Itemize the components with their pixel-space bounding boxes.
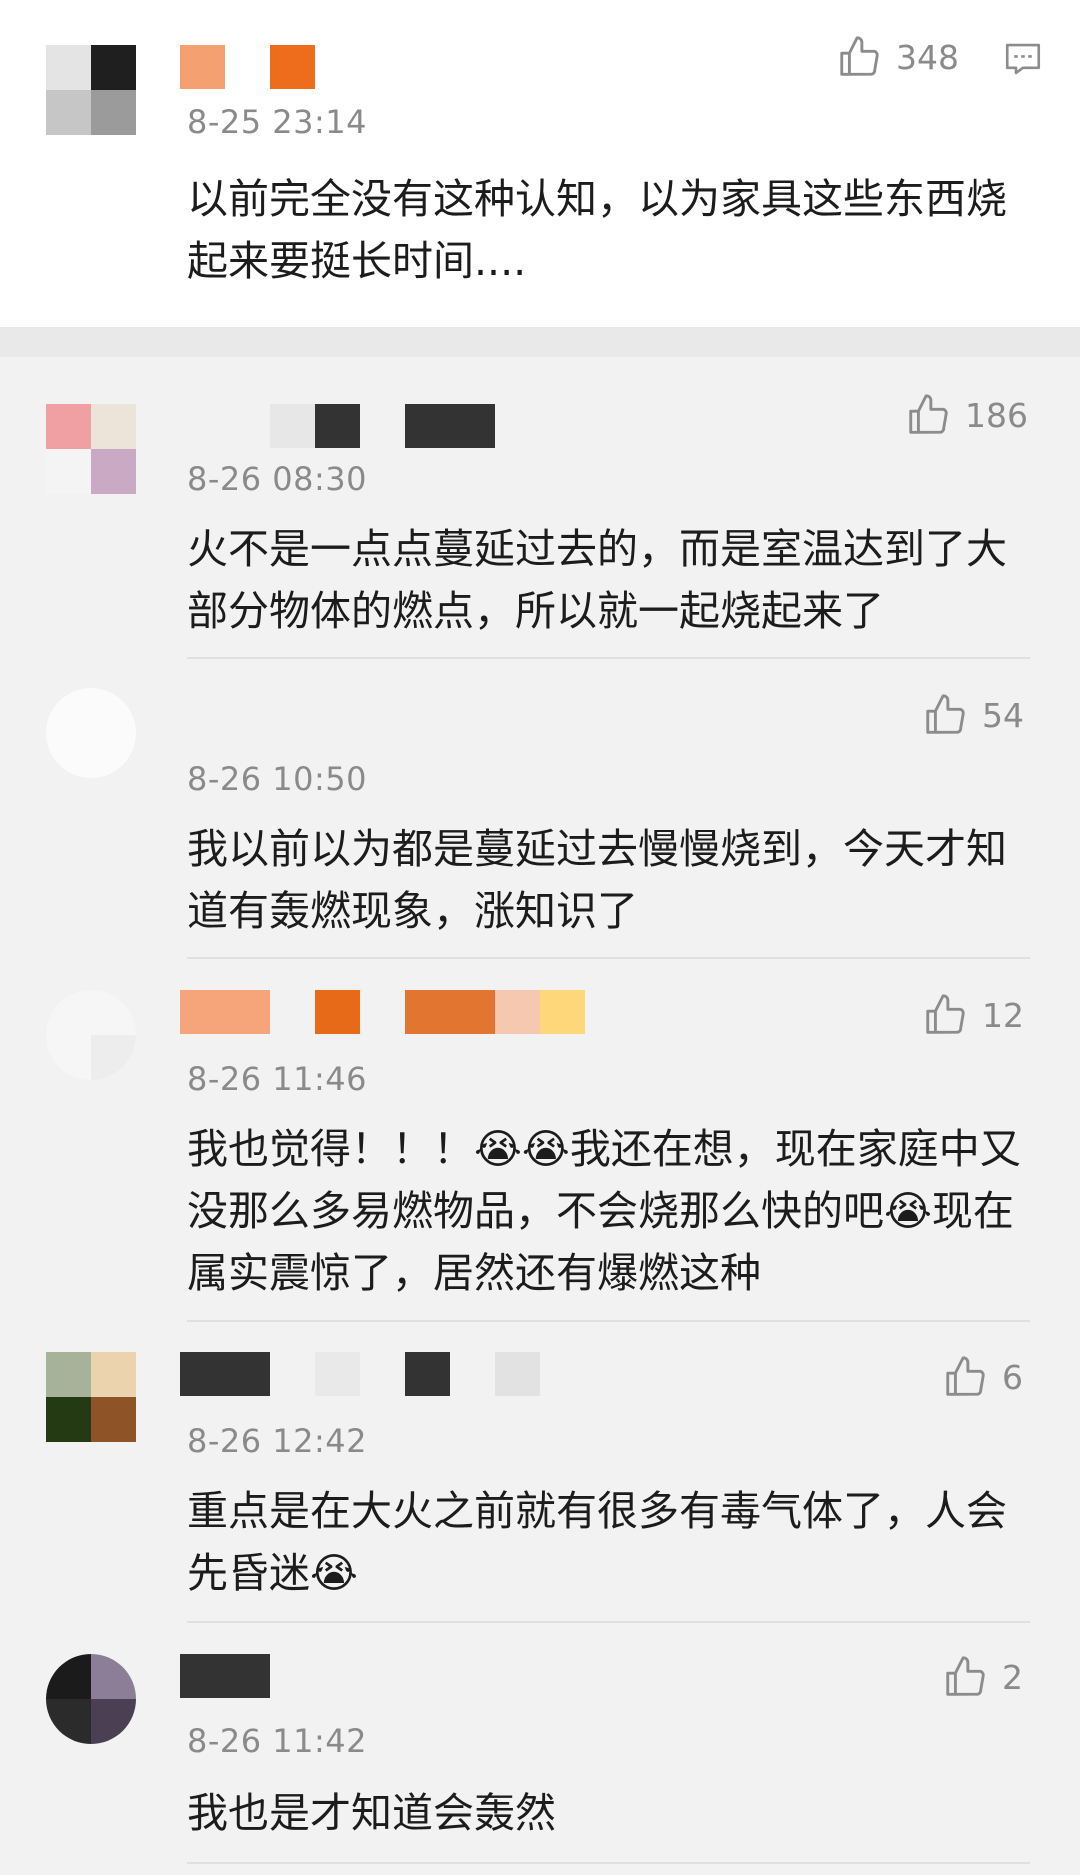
comment-time: 8-26 12:42 [187, 1422, 368, 1460]
like-count: 348 [896, 37, 959, 77]
thumbs-up-icon [926, 994, 965, 1034]
comment-text: 火不是一点点蔓延过去的，而是室温达到了大部分物体的燃点，所以就一起烧起来了 [187, 525, 1007, 635]
avatar[interactable] [46, 990, 136, 1080]
like-count: 6 [1002, 1357, 1023, 1397]
divider [187, 657, 1030, 659]
like-button[interactable]: 6 [942, 1354, 1023, 1400]
divider [187, 1862, 1030, 1864]
like-count: 12 [982, 995, 1024, 1035]
comment-text: 重点是在大火之前就有很多有毒气体了，人会先昏迷😭 [187, 1487, 1007, 1597]
comment-time: 8-26 10:50 [187, 760, 368, 798]
divider [187, 957, 1030, 959]
comment-time: 8-26 11:46 [187, 1060, 368, 1098]
comment-text: 我也是才知道会轰然 [187, 1789, 556, 1837]
reply-icon[interactable] [1002, 38, 1044, 84]
like-count: 186 [965, 395, 1028, 435]
like-count: 2 [1002, 1657, 1023, 1697]
section-separator [0, 327, 1080, 357]
divider [187, 1320, 1030, 1322]
like-button[interactable]: 2 [942, 1654, 1023, 1700]
comment-text: 以前完全没有这种认知，以为家具这些东西烧起来要挺长时间.... [187, 175, 1007, 285]
avatar[interactable] [46, 45, 136, 135]
thumbs-up-icon [946, 1656, 985, 1696]
avatar[interactable] [46, 1654, 136, 1744]
avatar[interactable] [46, 1352, 136, 1442]
like-button[interactable]: 54 [922, 692, 1024, 738]
like-button[interactable]: 12 [922, 992, 1024, 1038]
avatar[interactable] [46, 404, 136, 494]
comment-text: 我也觉得！！！😭😭我还在想，现在家庭中又没那么多易燃物品，不会烧那么快的吧😭现在… [187, 1125, 1021, 1297]
comment-text: 我以前以为都是蔓延过去慢慢烧到，今天才知道有轰燃现象，涨知识了 [187, 825, 1007, 935]
like-count: 54 [982, 695, 1024, 735]
comment-time: 8-26 08:30 [187, 460, 368, 498]
comment-time: 8-26 11:42 [187, 1722, 368, 1760]
thumbs-up-icon [926, 694, 965, 734]
like-button[interactable]: 186 [905, 392, 1028, 438]
comment-time: 8-25 23:14 [187, 103, 368, 141]
like-button[interactable]: 348 [836, 34, 959, 80]
thumbs-up-icon [840, 36, 879, 76]
thumbs-up-icon [909, 394, 948, 434]
divider [187, 1621, 1030, 1623]
avatar[interactable] [46, 688, 136, 778]
thumbs-up-icon [946, 1356, 985, 1396]
